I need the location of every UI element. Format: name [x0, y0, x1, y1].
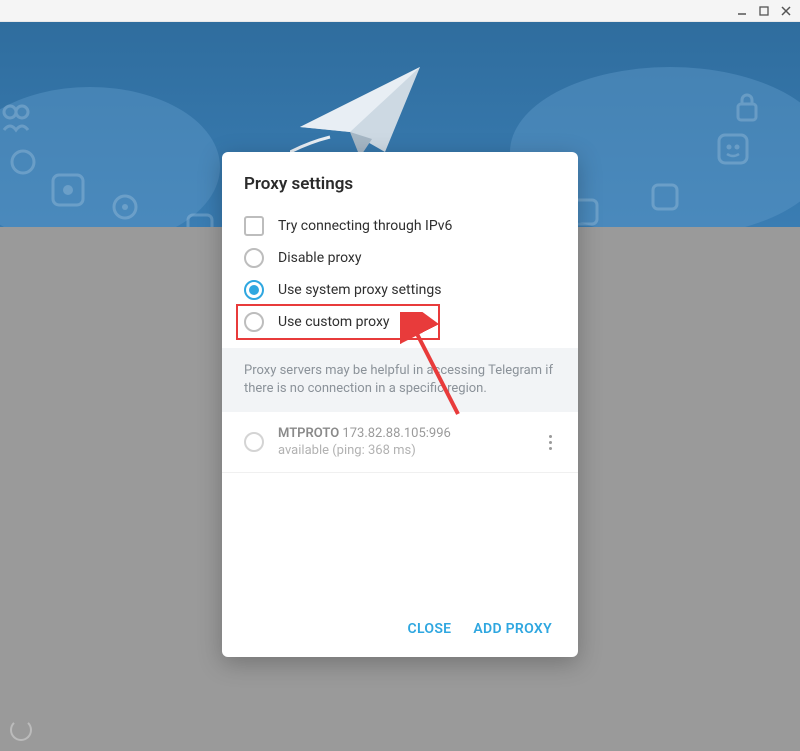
proxy-status: available (ping: 368 ms) [278, 443, 531, 458]
decorative-icon [716, 132, 750, 166]
option-disable-proxy[interactable]: Disable proxy [222, 242, 578, 274]
radio-icon[interactable] [244, 248, 264, 268]
option-custom-proxy[interactable]: Use custom proxy [222, 306, 578, 338]
proxy-info: MTPROTO 173.82.88.105:996 available (pin… [278, 426, 531, 458]
window-titlebar [0, 0, 800, 22]
close-icon[interactable] [780, 5, 792, 17]
decorative-icon [185, 212, 215, 227]
option-system-proxy[interactable]: Use system proxy settings [222, 274, 578, 306]
radio-icon[interactable] [244, 280, 264, 300]
hint-text: Proxy servers may be helpful in accessin… [222, 348, 578, 412]
radio-icon[interactable] [244, 312, 264, 332]
option-ipv6[interactable]: Try connecting through IPv6 [222, 210, 578, 242]
decorative-icon [110, 192, 140, 222]
decorative-lock-icon [734, 92, 760, 122]
minimize-icon[interactable] [736, 5, 748, 17]
option-label: Disable proxy [278, 250, 361, 266]
proxy-address: MTPROTO 173.82.88.105:996 [278, 426, 531, 441]
dialog-title: Proxy settings [222, 152, 578, 210]
proxy-entry[interactable]: MTPROTO 173.82.88.105:996 available (pin… [222, 412, 578, 473]
option-label: Try connecting through IPv6 [278, 218, 452, 234]
kebab-menu-icon[interactable] [545, 431, 556, 454]
decorative-icon [50, 172, 86, 208]
dialog-actions: CLOSE ADD PROXY [222, 603, 578, 657]
option-label: Use custom proxy [278, 314, 390, 330]
decorative-icon [0, 102, 32, 138]
decorative-icon [8, 147, 38, 177]
option-label: Use system proxy settings [278, 282, 441, 298]
maximize-icon[interactable] [758, 5, 770, 17]
decorative-icon [650, 182, 680, 212]
loading-spinner-icon [10, 719, 32, 741]
spacer [222, 473, 578, 603]
checkbox-icon[interactable] [244, 216, 264, 236]
proxy-settings-dialog: Proxy settings Try connecting through IP… [222, 152, 578, 657]
radio-icon[interactable] [244, 432, 264, 452]
close-button[interactable]: CLOSE [408, 621, 452, 637]
add-proxy-button[interactable]: ADD PROXY [473, 621, 552, 637]
paper-plane-icon [290, 57, 430, 167]
